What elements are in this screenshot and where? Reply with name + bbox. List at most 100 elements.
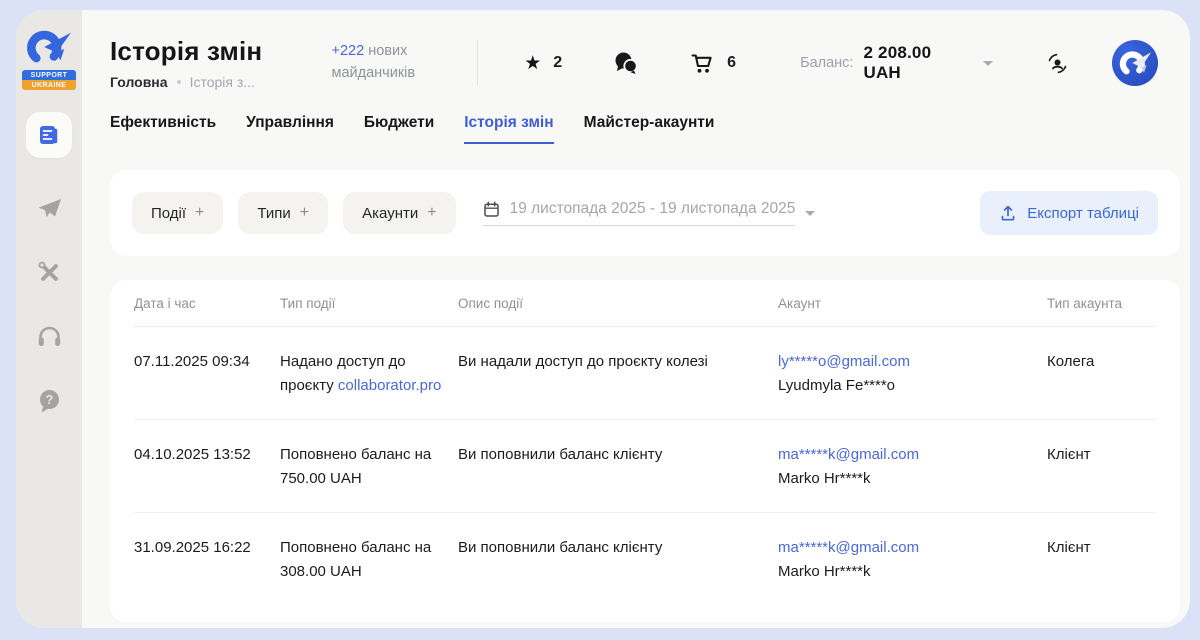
table-row: 31.09.2025 16:22 Поповнено баланс на 308… <box>134 513 1156 605</box>
filter-chip-accounts-label: Акаунти <box>362 205 418 222</box>
cell-event-type: Надано доступ до проєкту collaborator.pr… <box>280 350 458 398</box>
favorites-stat[interactable]: ★ 2 <box>524 54 562 73</box>
export-button-label: Експорт таблиці <box>1027 205 1139 222</box>
account-name: Marko Hr****k <box>778 467 1033 491</box>
balance-dropdown[interactable]: Баланс: 2 208.00 UAH <box>800 43 993 83</box>
filter-chip-types-label: Типи <box>257 205 290 222</box>
breadcrumb-home[interactable]: Головна <box>110 74 168 90</box>
filter-chip-types[interactable]: Типи + <box>238 192 328 234</box>
col-header-description: Опис події <box>458 296 778 311</box>
balance-value: 2 208.00 UAH <box>863 43 973 83</box>
support-badge-top: SUPPORT <box>22 70 76 80</box>
main-area: Історія змін Головна Історія з... +222 н… <box>82 10 1190 628</box>
breadcrumb: Головна Історія з... <box>110 74 306 90</box>
header-divider <box>477 40 478 86</box>
sidebar-item-projects[interactable] <box>26 112 72 158</box>
tab-master-accounts[interactable]: Майстер-акаунти <box>584 114 715 144</box>
account-activity-button[interactable] <box>1045 51 1070 76</box>
cell-datetime: 07.11.2025 09:34 <box>134 350 280 398</box>
filter-chip-events-label: Події <box>151 205 186 222</box>
question-icon: ? <box>36 387 63 414</box>
account-email-link[interactable]: ly*****o@gmail.com <box>778 353 910 370</box>
export-table-button[interactable]: Експорт таблиці <box>980 191 1158 235</box>
date-range-inner: 19 листопада 2025 - 19 листопада 2025 <box>483 200 796 226</box>
messages-stat[interactable] <box>614 51 638 75</box>
cell-account: ma*****k@gmail.com Marko Hr****k <box>778 536 1047 584</box>
favorites-count: 2 <box>553 54 562 72</box>
cell-datetime: 31.09.2025 16:22 <box>134 536 280 584</box>
app-window: SUPPORT UKRAINE <box>16 10 1190 628</box>
cell-datetime: 04.10.2025 13:52 <box>134 443 280 491</box>
support-ukraine-badge: SUPPORT UKRAINE <box>22 70 76 90</box>
filter-chip-events[interactable]: Події + <box>132 192 223 234</box>
title-block: Історія змін Головна Історія з... <box>110 36 306 90</box>
sidebar-item-tools[interactable] <box>35 258 63 286</box>
star-icon: ★ <box>524 54 541 73</box>
header: Історія змін Головна Історія з... +222 н… <box>82 10 1190 90</box>
table-row: 04.10.2025 13:52 Поповнено баланс на 750… <box>134 420 1156 513</box>
cell-event-type: Поповнено баланс на 750.00 UAH <box>280 443 458 491</box>
date-range-value: 19 листопада 2025 - 19 листопада 2025 <box>510 200 796 218</box>
table-row: 07.11.2025 09:34 Надано доступ до проєкт… <box>134 327 1156 420</box>
cell-description: Ви поповнили баланс клієнту <box>458 536 778 584</box>
col-header-account-type: Тип акаунта <box>1047 296 1156 311</box>
person-orbit-icon <box>1045 51 1070 76</box>
cell-account-type: Клієнт <box>1047 536 1156 584</box>
table-header-row: Дата і час Тип події Опис події Акаунт Т… <box>134 280 1156 327</box>
support-badge-bottom: UKRAINE <box>22 80 76 90</box>
plus-icon: + <box>300 204 309 222</box>
headphones-icon <box>36 323 63 350</box>
filter-chip-accounts[interactable]: Акаунти + <box>343 192 455 234</box>
cart-icon <box>690 51 715 75</box>
plus-icon: + <box>195 204 204 222</box>
tools-icon <box>36 259 63 286</box>
account-name: Marko Hr****k <box>778 560 1033 584</box>
cart-count: 6 <box>727 54 736 72</box>
balance-label: Баланс: <box>800 55 853 71</box>
sidebar-item-support[interactable] <box>35 322 63 350</box>
chevron-down-icon <box>983 61 993 66</box>
tab-change-history[interactable]: Історія змін <box>464 114 553 144</box>
date-range-picker[interactable]: 19 листопада 2025 - 19 листопада 2025 <box>483 200 816 226</box>
account-name: Lyudmyla Fe****o <box>778 374 1033 398</box>
cell-account-type: Клієнт <box>1047 443 1156 491</box>
avatar[interactable] <box>1112 40 1158 86</box>
cell-account: ma*****k@gmail.com Marko Hr****k <box>778 443 1047 491</box>
cell-description: Ви надали доступ до проєкту колезі <box>458 350 778 398</box>
filter-bar: Події + Типи + Акаунти + <box>110 170 1180 256</box>
tab-efficiency[interactable]: Ефективність <box>110 114 216 144</box>
sidebar-item-telegram[interactable] <box>35 194 63 222</box>
tab-management[interactable]: Управління <box>246 114 334 144</box>
header-stats: ★ 2 6 <box>524 51 736 75</box>
collaborator-logo-icon[interactable] <box>25 26 73 68</box>
document-icon <box>36 122 62 148</box>
chat-icon <box>614 51 638 75</box>
tab-bar: Ефективність Управління Бюджети Історія … <box>82 90 1190 144</box>
cell-account: ly*****o@gmail.com Lyudmyla Fe****o <box>778 350 1047 398</box>
avatar-logo-icon <box>1117 46 1153 80</box>
account-email-link[interactable]: ma*****k@gmail.com <box>778 446 919 463</box>
col-header-datetime: Дата і час <box>134 296 280 311</box>
event-project-link[interactable]: collaborator.pro <box>338 377 441 394</box>
cell-account-type: Колега <box>1047 350 1156 398</box>
new-platforms-note[interactable]: +222 нових майданчиків <box>332 41 450 85</box>
telegram-icon <box>36 195 63 222</box>
col-header-account: Акаунт <box>778 296 1047 311</box>
page-title: Історія змін <box>110 36 306 67</box>
breadcrumb-current: Історія з... <box>190 74 255 90</box>
calendar-icon <box>483 201 500 218</box>
cell-event-type: Поповнено баланс на 308.00 UAH <box>280 536 458 584</box>
sidebar-item-help[interactable]: ? <box>35 386 63 414</box>
sidebar: SUPPORT UKRAINE <box>16 10 82 628</box>
breadcrumb-separator <box>177 80 181 84</box>
cell-description: Ви поповнили баланс клієнту <box>458 443 778 491</box>
cart-stat[interactable]: 6 <box>690 51 736 75</box>
export-icon <box>999 204 1017 222</box>
tab-budgets[interactable]: Бюджети <box>364 114 434 144</box>
col-header-event-type: Тип події <box>280 296 458 311</box>
svg-text:?: ? <box>45 392 53 406</box>
new-platforms-count: +222 <box>332 43 365 59</box>
chevron-down-icon <box>805 211 815 216</box>
plus-icon: + <box>427 204 436 222</box>
account-email-link[interactable]: ma*****k@gmail.com <box>778 539 919 556</box>
